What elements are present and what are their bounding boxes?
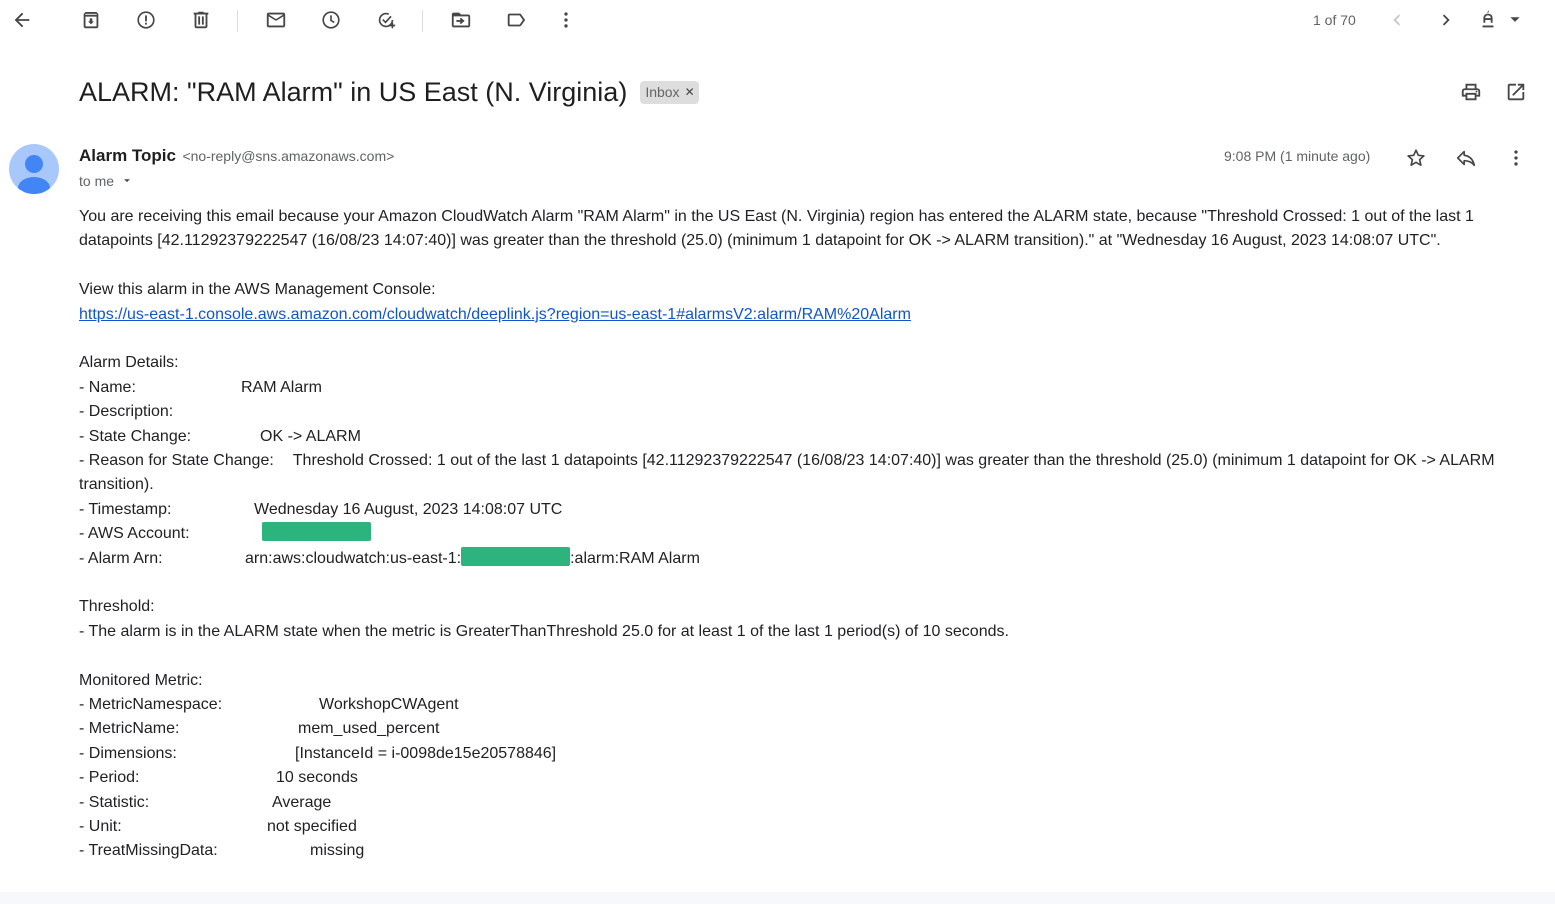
sender-row: Alarm Topic <no-reply@sns.amazonaws.com> xyxy=(79,146,394,166)
metric-value: not specified xyxy=(267,817,357,835)
metric-key: - MetricNamespace: xyxy=(79,695,223,713)
console-link[interactable]: https://us-east-1.console.aws.amazon.com… xyxy=(79,306,911,323)
detail-value: Wednesday 16 August, 2023 14:08:07 UTC xyxy=(254,500,563,518)
metric-value: WorkshopCWAgent xyxy=(319,695,459,713)
metric-row-namespace: - MetricNamespace: WorkshopCWAgent xyxy=(79,693,1529,717)
arn-prefix: arn:aws:cloudwatch:us-east-1: xyxy=(245,549,462,567)
back-arrow-icon[interactable] xyxy=(2,0,42,40)
add-to-tasks-icon[interactable] xyxy=(366,0,406,40)
metric-key: - Unit: xyxy=(79,817,122,835)
detail-key: - State Change: xyxy=(79,427,192,445)
redacted-account-id xyxy=(262,522,371,546)
threshold-text: - The alarm is in the ALARM state when t… xyxy=(79,622,1009,640)
move-to-icon[interactable] xyxy=(441,0,481,40)
metric-value: 10 seconds xyxy=(276,769,358,787)
label-chip-text: Inbox xyxy=(645,84,680,100)
input-tools-icon[interactable] xyxy=(1473,0,1503,40)
detail-row-name: - Name: RAM Alarm xyxy=(79,376,1529,400)
redacted-arn-account xyxy=(461,546,571,566)
metric-row-name: - MetricName: mem_used_percent xyxy=(79,717,1529,741)
metric-row-period: - Period: 10 seconds xyxy=(79,766,1529,790)
metric-key: - MetricName: xyxy=(79,720,180,738)
detail-key: - Reason for State Change: xyxy=(79,451,274,469)
metric-row-dimensions: - Dimensions: [InstanceId = i-0098de15e2… xyxy=(79,742,1529,766)
star-icon[interactable] xyxy=(1396,138,1436,178)
labels-icon[interactable] xyxy=(496,0,536,40)
mark-unread-icon[interactable] xyxy=(256,0,296,40)
details-heading: Alarm Details: xyxy=(79,354,179,372)
message-more-vert-icon[interactable] xyxy=(1496,138,1536,178)
metric-row-statistic: - Statistic: Average xyxy=(79,791,1529,815)
metric-value: Average xyxy=(272,793,332,811)
newer-chevron-left-icon[interactable] xyxy=(1377,0,1417,40)
metric-key: - Period: xyxy=(79,769,140,787)
console-label: View this alarm in the AWS Management Co… xyxy=(79,281,436,299)
detail-row-arn: - Alarm Arn: arn:aws:cloudwatch:us-east-… xyxy=(79,546,1529,571)
metric-heading: Monitored Metric: xyxy=(79,671,203,689)
detail-row-description: - Description: xyxy=(79,400,1529,424)
threshold-heading: Threshold: xyxy=(79,598,155,616)
metric-value: [InstanceId = i-0098de15e20578846] xyxy=(295,744,557,762)
older-chevron-right-icon[interactable] xyxy=(1426,0,1466,40)
detail-key: - AWS Account: xyxy=(79,525,190,543)
metric-key: - Statistic: xyxy=(79,793,150,811)
detail-value: arn:aws:cloudwatch:us-east-1: :alarm:RAM … xyxy=(245,546,700,571)
sender-avatar[interactable] xyxy=(9,144,59,194)
metric-value: missing xyxy=(310,842,365,860)
sender-email: <no-reply@sns.amazonaws.com> xyxy=(182,148,395,164)
chevron-down-icon[interactable] xyxy=(120,174,134,188)
reply-icon[interactable] xyxy=(1446,138,1486,178)
detail-row-account: - AWS Account: xyxy=(79,522,1529,546)
dropdown-arrow-icon[interactable] xyxy=(1503,0,1527,40)
snooze-icon[interactable] xyxy=(311,0,351,40)
metric-key: - TreatMissingData: xyxy=(79,842,218,860)
detail-row-reason: - Reason for State Change: Threshold Cros… xyxy=(79,449,1529,498)
report-spam-icon[interactable] xyxy=(126,0,166,40)
metric-row-unit: - Unit: not specified xyxy=(79,815,1529,839)
detail-value: OK -> ALARM xyxy=(260,427,361,445)
detail-key: - Description: xyxy=(79,403,174,421)
message-counter: 1 of 70 xyxy=(1313,12,1356,28)
open-new-window-icon[interactable] xyxy=(1496,72,1536,112)
message-toolbar: 1 of 70 xyxy=(0,0,1555,42)
detail-row-timestamp: - Timestamp: Wednesday 16 August, 2023 1… xyxy=(79,498,1529,522)
detail-key: - Name: xyxy=(79,378,136,396)
sender-name[interactable]: Alarm Topic xyxy=(79,146,176,165)
inbox-label-chip[interactable]: Inbox ✕ xyxy=(640,80,699,104)
archive-icon[interactable] xyxy=(71,0,111,40)
bottom-divider xyxy=(0,892,1555,904)
more-vert-icon[interactable] xyxy=(546,0,586,40)
metric-row-missing-data: - TreatMissingData: missing xyxy=(79,839,1529,863)
recipient-details-toggle[interactable]: to me xyxy=(79,173,134,189)
email-subject: ALARM: "RAM Alarm" in US East (N. Virgin… xyxy=(79,76,628,107)
intro-paragraph: You are receiving this email because you… xyxy=(79,208,1474,250)
detail-key: - Timestamp: xyxy=(79,500,172,518)
metric-key: - Dimensions: xyxy=(79,744,177,762)
recipient-label: to me xyxy=(79,173,115,189)
print-icon[interactable] xyxy=(1451,72,1491,112)
remove-label-icon[interactable]: ✕ xyxy=(685,85,695,99)
delete-icon[interactable] xyxy=(181,0,221,40)
detail-key: - Alarm Arn: xyxy=(79,549,163,567)
message-timestamp: 9:08 PM (1 minute ago) xyxy=(1224,148,1371,164)
detail-row-state: - State Change: OK -> ALARM xyxy=(79,425,1529,449)
metric-value: mem_used_percent xyxy=(298,720,440,738)
detail-value: RAM Alarm xyxy=(241,378,322,396)
message-body: You are receiving this email because you… xyxy=(79,205,1529,864)
arn-suffix: :alarm:RAM Alarm xyxy=(570,549,700,567)
subject-row: ALARM: "RAM Alarm" in US East (N. Virgin… xyxy=(79,74,699,110)
detail-value: Threshold Crossed: 1 out of the last 1 d… xyxy=(79,451,1495,494)
